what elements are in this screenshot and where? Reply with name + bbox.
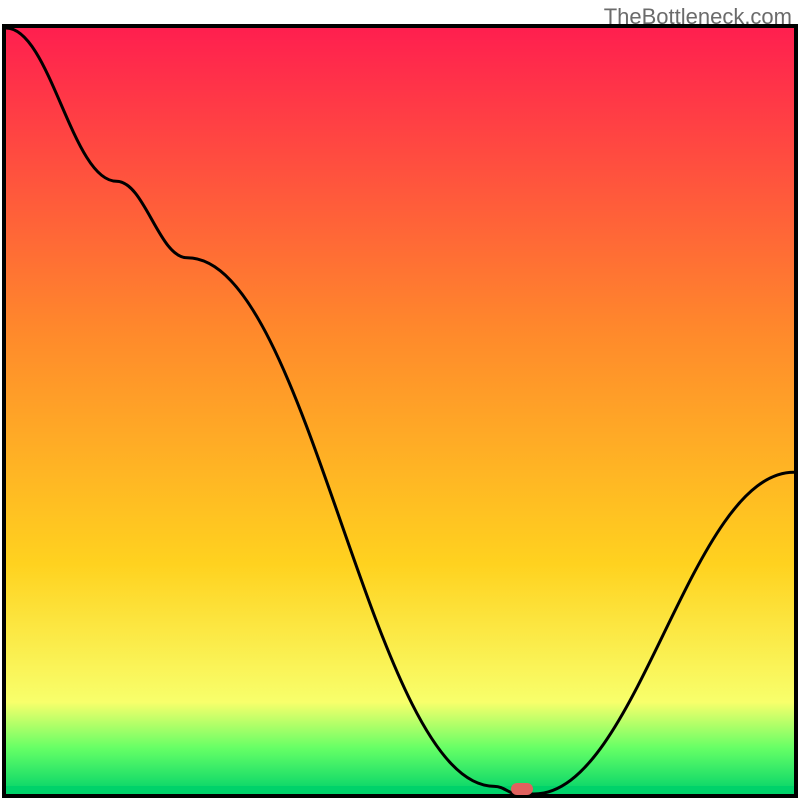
- baseline-green-strip: [6, 786, 794, 794]
- watermark-text: TheBottleneck.com: [604, 4, 792, 30]
- minimum-marker: [511, 783, 533, 795]
- chart-svg: [0, 0, 800, 800]
- chart-canvas: TheBottleneck.com: [0, 0, 800, 800]
